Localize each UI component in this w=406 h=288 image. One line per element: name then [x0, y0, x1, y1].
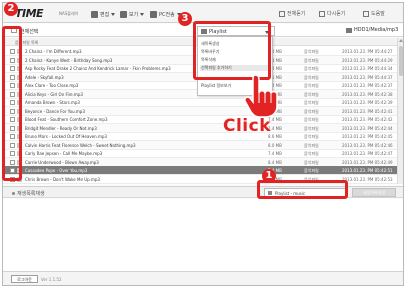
file-date: 2013.01.23. PM 05:42:39 — [342, 100, 393, 105]
scroll-up-icon[interactable] — [399, 39, 403, 42]
file-type: 음악파일 — [304, 91, 319, 97]
chevron-down-icon — [140, 12, 145, 16]
file-name: Adele - Skyfall.mp3 — [25, 74, 64, 80]
file-name: Carrie Underwood - Blown Away.mp3 — [25, 159, 99, 165]
file-name: Alicia Keys - Girl On Fire.mp3 — [25, 91, 83, 97]
file-size: 7.4 MB — [268, 151, 282, 156]
drive-path[interactable]: HDD1/Media/mp3 — [346, 27, 398, 33]
file-date: 2013.01.23. PM 05:44:29 — [342, 57, 393, 63]
edit-menu-label: 편집 — [100, 11, 110, 18]
click-instruction: Click — [223, 116, 272, 136]
file-type: 음악파일 — [304, 74, 319, 80]
file-date: 2013.01.23. PM 05:42:41 — [342, 108, 393, 114]
version-label: Ver 1.1.52 — [41, 277, 62, 282]
view-icon — [120, 10, 127, 18]
file-type: 음악파일 — [304, 134, 319, 139]
file-type: 음악파일 — [304, 159, 319, 165]
file-name: Blood Feat - Southern Comfort Zone.mp3 — [25, 117, 108, 122]
pc-transfer-icon — [150, 10, 157, 18]
playlist-panel-tab[interactable]: 재생목록재생 — [17, 190, 45, 197]
file-date: 2013.01.23. PM 05:42:47 — [342, 151, 393, 156]
file-type: 음악파일 — [304, 108, 319, 114]
file-name: Bruno Mars - Locked Out Of Heaven.mp3 — [25, 134, 107, 139]
hdd-icon — [346, 27, 352, 33]
help-label: 도움말 — [371, 11, 385, 17]
file-type: 음악파일 — [304, 83, 319, 88]
replay-icon — [319, 10, 325, 17]
file-date: 2013.01.23. PM 05:42:53 — [342, 176, 393, 182]
file-name: Asp Rocky Feat Drake 2 Chainz And Kendri… — [25, 66, 171, 71]
step-badge-1: 1 — [262, 169, 276, 183]
file-date: 2013.01.23. PM 05:42:42 — [342, 117, 393, 122]
file-name: Alex Clare - Too Close.mp3 — [25, 83, 79, 88]
file-type: 음악파일 — [304, 151, 319, 156]
file-name: Beyonce - Dance For You.mp3 — [25, 108, 85, 114]
edit-icon — [91, 10, 98, 18]
step-badge-2: 2 — [4, 2, 18, 16]
file-type: 음악파일 — [304, 57, 319, 63]
pc-transfer-menu-label: PC전송 — [159, 11, 175, 18]
file-type: 음악파일 — [304, 125, 319, 131]
file-name: Carly Rae Jepsen - Call Me Maybe.mp3 — [25, 151, 103, 156]
chevron-down-icon — [111, 12, 116, 16]
file-date: 2013.01.23. PM 05:44:27 — [342, 49, 393, 54]
file-type: 음악파일 — [304, 49, 319, 54]
file-date: 2013.01.23. PM 05:42:51 — [342, 168, 393, 173]
annotation-box-checkboxes — [2, 26, 22, 181]
replay-button[interactable]: 다시듣기 — [319, 10, 345, 17]
view-menu-label: 보기 — [129, 11, 139, 18]
file-type: 음악파일 — [304, 100, 319, 105]
file-date: 2013.01.23. PM 05:44:34 — [342, 66, 393, 71]
status-footer: 로그아웃 Ver 1.1.52 — [3, 271, 403, 285]
file-name: 2 Chainz - I'm Different.mp3 — [25, 49, 82, 54]
title-bar: TIME NAS플레이 편집 보기 PC전송 전체듣기 다시듣기 도움말 — [3, 3, 403, 23]
file-type: 음악파일 — [304, 117, 319, 122]
file-size: 8.4 MB — [268, 159, 282, 165]
pointing-hand-icon — [244, 74, 278, 118]
file-date: 2013.01.23. PM 05:42:37 — [342, 83, 393, 88]
help-button[interactable]: 도움말 — [363, 10, 385, 17]
file-name: Bridgit Mendler - Ready Or Not.mp3 — [25, 125, 97, 131]
file-name: 2 Chainz - Kanye West - Birthday Song.mp… — [25, 57, 113, 63]
file-name: Calvin Harris Feat Florence Welch - Swee… — [25, 142, 136, 148]
step-badge-3: 3 — [178, 12, 192, 26]
menu-item-playlist-info[interactable]: Playlist 정보보기 — [201, 83, 231, 89]
drive-path-label: HDD1/Media/mp3 — [354, 27, 399, 33]
file-size: 8.0 MB — [268, 142, 282, 148]
file-list-scrollbar[interactable] — [397, 38, 403, 184]
file-type: 음악파일 — [304, 66, 319, 71]
file-date: 2013.01.23. PM 05:42:46 — [342, 142, 393, 148]
file-name: Amanda Brown - Stars.mp3 — [25, 100, 80, 105]
file-date: 2013.01.23. PM 05:42:44 — [342, 125, 393, 131]
help-icon — [363, 10, 369, 17]
file-date: 2013.01.23. PM 05:42:45 — [342, 134, 393, 139]
logout-button[interactable]: 로그아웃 — [11, 275, 38, 283]
view-menu-button[interactable]: 보기 — [120, 9, 145, 19]
app-logo: TIME — [15, 7, 44, 20]
file-name: Chris Brown - Don't Wake Me Up.mp3 — [25, 176, 100, 182]
play-playlist-button[interactable]: 재생목록재생 — [352, 188, 396, 197]
file-type: 음악파일 — [304, 142, 319, 148]
play-all-button[interactable]: 전체듣기 — [279, 10, 305, 17]
play-all-icon — [279, 10, 285, 17]
annotation-box-playlist-field — [257, 180, 348, 199]
scroll-thumb[interactable] — [399, 46, 403, 76]
annotation-box-playlist-menu — [193, 21, 271, 80]
file-date: 2013.01.23. PM 05:44:37 — [342, 74, 393, 80]
playlist-panel-content — [3, 199, 403, 271]
play-all-label: 전체듣기 — [287, 11, 306, 17]
file-date: 2013.01.23. PM 05:42:38 — [342, 91, 393, 97]
edit-menu-button[interactable]: 편집 — [91, 9, 116, 19]
bullet-icon — [12, 192, 15, 195]
pc-transfer-menu-button[interactable]: PC전송 — [150, 9, 181, 19]
app-subtitle: NAS플레이 — [59, 11, 79, 16]
replay-label: 다시듣기 — [327, 11, 346, 17]
file-type: 음악파일 — [304, 168, 319, 173]
file-date: 2013.01.23. PM 05:42:49 — [342, 159, 393, 165]
file-name: Cassadee Pope - Over You.mp3 — [25, 168, 88, 173]
select-all-label[interactable]: 전체선택 — [20, 28, 38, 35]
